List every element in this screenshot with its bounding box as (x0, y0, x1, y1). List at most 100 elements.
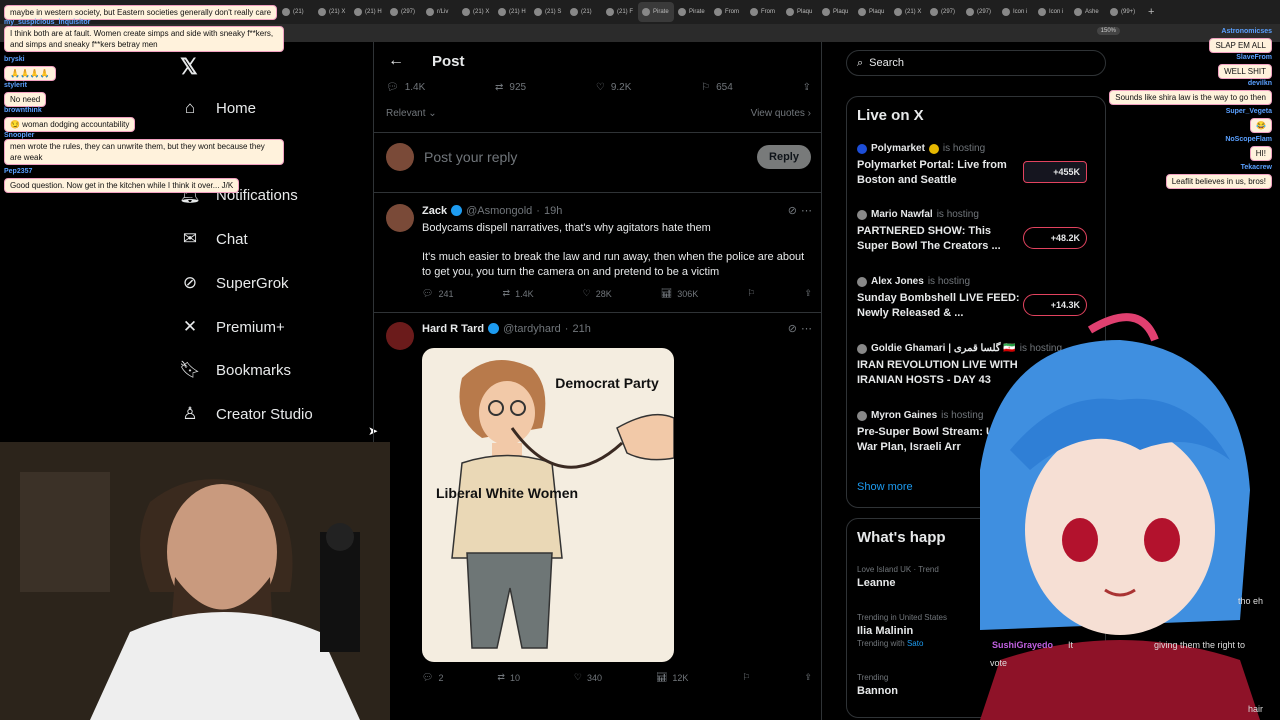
nav-home[interactable]: ⌂ Home (180, 98, 256, 118)
tab-favicon-icon (354, 8, 362, 16)
repost-action[interactable]: ⇄ 1.4K (503, 288, 534, 299)
author-handle[interactable]: @tardyhard (503, 323, 561, 335)
reply-action[interactable]: 💬︎ 2 (422, 672, 443, 683)
post-header: ← Post (388, 52, 465, 70)
browser-tab[interactable]: Icon i (1034, 2, 1070, 22)
reply-button[interactable]: Reply (757, 145, 811, 169)
repost-action[interactable]: ⇄ 10 (497, 672, 520, 683)
browser-tab[interactable]: (297) (926, 2, 962, 22)
more-options-icon[interactable]: ⋯ (801, 204, 812, 217)
browser-tab[interactable]: r/Liv (422, 2, 458, 22)
bookmark-count[interactable]: ⚐ 654 (701, 82, 733, 93)
share-icon[interactable]: ⇪ (804, 288, 812, 299)
tab-favicon-icon (858, 8, 866, 16)
browser-tab[interactable]: From (746, 2, 782, 22)
chat-message: Pep2357 Good question. Now get in the kit… (4, 168, 240, 193)
chat-message: my_suspicious_inquisitor I think both are… (4, 19, 284, 52)
back-arrow-icon[interactable]: ← (388, 52, 404, 70)
zoom-indicator[interactable]: 150% (1096, 27, 1120, 35)
views-action[interactable]: 📊︎ 306K (661, 288, 698, 299)
more-options-icon[interactable]: ⋯ (801, 322, 812, 335)
chat-text: Good question. Now get in the kitchen wh… (4, 178, 240, 193)
sort-label: Relevant (386, 108, 426, 119)
grok-icon[interactable]: ⊘ (788, 322, 797, 335)
browser-tab[interactable]: Pirate (674, 2, 710, 22)
like-count[interactable]: ♡ 9.2K (596, 82, 632, 93)
trend-item[interactable]: Trending in United States Ilia Malinin T… (857, 613, 947, 648)
tab-label: Plaqu (833, 9, 849, 15)
nav-premium[interactable]: ✕ Premium+ (180, 317, 285, 337)
trend-item[interactable]: Love Island UK · Trend Leanne (857, 565, 939, 589)
host-name: Myron Gaines (871, 410, 938, 421)
browser-tab[interactable]: (297) (386, 2, 422, 22)
reply-action[interactable]: 💬︎ 241 (422, 288, 453, 299)
reply-icon: 💬︎ (422, 672, 434, 682)
browser-tab[interactable]: (21) S (530, 2, 566, 22)
tab-favicon-icon (1110, 8, 1118, 16)
browser-tab[interactable]: Plaqu (818, 2, 854, 22)
nav-supergrok[interactable]: ⊘ SuperGrok (180, 273, 289, 293)
chat-message: Super_Vegeta 😂 (1226, 108, 1272, 133)
browser-tab[interactable]: Ashe (1070, 2, 1106, 22)
browser-tab[interactable]: (21) X (890, 2, 926, 22)
browser-tab[interactable]: (21) (566, 2, 602, 22)
author-name[interactable]: Zack (422, 205, 447, 217)
trend-name: Ilia Malinin (857, 625, 914, 637)
sort-dropdown[interactable]: Relevant ⌄ (386, 108, 437, 119)
browser-tab[interactable]: (99+) (1106, 2, 1142, 22)
browser-tab[interactable]: Pirate (638, 2, 674, 22)
bookmark-icon[interactable]: ⚐ (742, 672, 750, 683)
reply-count[interactable]: 💬︎ 1.4K (386, 82, 425, 93)
live-item[interactable]: Mario Nawfal is hosting PARTNERED SHOW: T… (857, 209, 1097, 254)
browser-tab[interactable]: Plaqu (854, 2, 890, 22)
new-tab-icon[interactable]: + (1148, 6, 1154, 18)
x-logo-icon[interactable]: 𝕏 (180, 54, 198, 80)
browser-tab[interactable]: (21) X (314, 2, 350, 22)
author-handle[interactable]: @Asmongold (466, 205, 532, 217)
browser-tab[interactable]: (297) (962, 2, 998, 22)
trending-with-value[interactable]: Sato (907, 639, 923, 648)
chat-text: WELL SHIT (1218, 64, 1272, 79)
views-icon: 📊︎ (655, 672, 668, 682)
trend-context: Trending (857, 673, 889, 682)
browser-tab[interactable]: Plaqu (782, 2, 818, 22)
action-count: 1.4K (515, 288, 534, 299)
author-name[interactable]: Hard R Tard (422, 323, 484, 335)
grok-icon[interactable]: ⊘ (788, 204, 797, 217)
separator: · (564, 322, 569, 335)
browser-tab[interactable]: From (710, 2, 746, 22)
views-action[interactable]: 📊︎ 12K (656, 672, 688, 683)
overlay-text: giving them the right to (1154, 640, 1246, 650)
home-icon: ⌂ (184, 98, 196, 117)
like-action[interactable]: ♡ 28K (583, 288, 612, 299)
tab-favicon-icon (1038, 8, 1046, 16)
nav-chat[interactable]: ✉ Chat (180, 229, 248, 249)
nav-creator-studio[interactable]: ♙ Creator Studio (180, 404, 312, 424)
show-more-link[interactable]: Show more (857, 481, 913, 493)
view-quotes-link[interactable]: View quotes › (751, 108, 811, 119)
avatar (386, 204, 414, 232)
browser-tab[interactable]: (21) F (602, 2, 638, 22)
avatar (857, 410, 867, 421)
trend-name: Bannon (857, 685, 898, 697)
browser-tab[interactable]: (21) X (458, 2, 494, 22)
chat-message: NoScopeFlam HI! (1225, 136, 1272, 161)
share-icon[interactable]: ⇪ (803, 82, 811, 93)
overlay-text: vote (990, 658, 1008, 668)
browser-tab[interactable]: (21) H (350, 2, 386, 22)
trend-item[interactable]: Trending Bannon (857, 673, 898, 697)
chat-message: brownthink 😏 woman dodging accountability (4, 107, 136, 132)
search-input[interactable]: ⌕ Search (846, 50, 1106, 76)
reply-input[interactable]: Post your reply (424, 149, 757, 165)
browser-tab[interactable]: Icon i (998, 2, 1034, 22)
repost-count[interactable]: ⇄ 925 (495, 82, 526, 93)
browser-tab[interactable]: (21) H (494, 2, 530, 22)
share-icon[interactable]: ⇪ (804, 672, 812, 683)
stat-value: 9.2K (610, 82, 632, 93)
bookmark-icon[interactable]: ⚐ (747, 288, 755, 299)
live-item[interactable]: Polymarket is hosting Polymarket Portal: … (857, 143, 1097, 188)
nav-bookmarks[interactable]: 🔖︎ Bookmarks (179, 360, 291, 380)
tweet-image[interactable]: Democrat Party Liberal White Women (422, 348, 674, 662)
tab-favicon-icon (606, 8, 614, 16)
like-action[interactable]: ♡ 340 (574, 672, 602, 683)
